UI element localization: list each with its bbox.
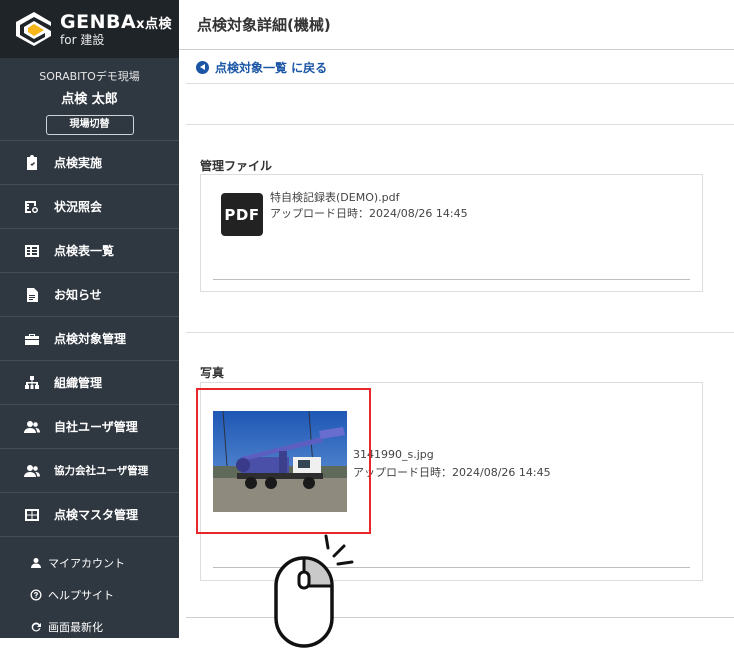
help-icon <box>30 589 42 601</box>
page-header: 点検対象詳細(機械) <box>179 0 734 50</box>
mouse-click-icon <box>270 532 360 652</box>
sidebar-item-master[interactable]: 点検マスタ管理 <box>0 493 179 537</box>
logo-title: GENBAx点検 <box>60 10 173 33</box>
sidebar-item-partner-users[interactable]: 協力会社ユーザ管理 <box>0 449 179 493</box>
switch-site-button[interactable]: 現場切替 <box>45 115 134 135</box>
org-chart-icon <box>25 375 39 389</box>
site-name: SORABITOデモ現場 <box>39 70 140 83</box>
sidebar-item-inspection[interactable]: 点検実施 <box>0 141 179 185</box>
sidebar-item-label: 点検表一覧 <box>54 244 115 258</box>
divider <box>186 332 734 333</box>
sidebar-item-label: 点検マスタ管理 <box>54 508 139 522</box>
sub-link-label: ヘルプサイト <box>48 589 114 602</box>
logo-subtitle: for 建設 <box>60 32 105 47</box>
card-divider <box>213 279 690 280</box>
grid-icon <box>25 508 39 521</box>
sidebar-item-company-users[interactable]: 自社ユーザ管理 <box>0 405 179 449</box>
file-upload-date: アップロード日時：2024/08/26 14:45 <box>270 207 468 220</box>
person-icon <box>31 558 41 568</box>
sidebar-item-targets[interactable]: 点検対象管理 <box>0 317 179 361</box>
sidebar: GENBAx点検 for 建設 SORABITOデモ現場 点検 太郎 現場切替 … <box>0 0 179 638</box>
table-list-icon <box>25 244 39 257</box>
sidebar-item-notices[interactable]: お知らせ <box>0 273 179 317</box>
sidebar-item-label: 組織管理 <box>54 376 103 390</box>
users-icon <box>24 420 40 433</box>
back-arrow-icon <box>196 60 209 74</box>
sidebar-item-status[interactable]: 状況照会 <box>0 185 179 229</box>
sub-link-label: 画面最新化 <box>48 621 103 634</box>
files-section-title: 管理ファイル <box>200 159 273 173</box>
sidebar-item-label: 自社ユーザ管理 <box>54 420 138 434</box>
site-info: SORABITOデモ現場 点検 太郎 現場切替 <box>0 58 179 141</box>
app-logo[interactable]: GENBAx点検 for 建設 <box>0 0 179 58</box>
sidebar-link-refresh[interactable]: 画面最新化 <box>0 611 179 643</box>
genba-logo-icon <box>14 9 54 49</box>
page-title: 点検対象詳細(機械) <box>197 16 331 34</box>
sidebar-item-label: 点検実施 <box>54 156 103 170</box>
sidebar-item-label: 点検対象管理 <box>54 332 127 346</box>
sidebar-item-label: 状況照会 <box>54 200 103 214</box>
sidebar-item-checklists[interactable]: 点検表一覧 <box>0 229 179 273</box>
photo-highlight-frame <box>196 388 371 534</box>
sidebar-item-label: お知らせ <box>54 288 102 302</box>
toolbox-icon <box>25 333 39 345</box>
sidebar-link-help[interactable]: ヘルプサイト <box>0 579 179 611</box>
refresh-icon <box>31 622 41 632</box>
sub-link-label: マイアカウント <box>48 557 125 570</box>
back-to-list-link[interactable]: 点検対象一覧 に戻る <box>196 56 734 78</box>
users-icon <box>24 464 40 477</box>
clipboard-check-icon <box>27 154 37 170</box>
photos-section-title: 写真 <box>200 366 225 380</box>
file-name-link[interactable]: 特自検記録表(DEMO).pdf <box>270 189 400 205</box>
sidebar-link-my-account[interactable]: マイアカウント <box>0 547 179 579</box>
sidebar-item-label: 協力会社ユーザ管理 <box>54 465 149 477</box>
sidebar-item-organization[interactable]: 組織管理 <box>0 361 179 405</box>
status-search-icon <box>25 200 38 213</box>
user-name: 点検 太郎 <box>61 92 118 107</box>
photo-upload-date: アップロード日時：2024/08/26 14:45 <box>353 466 551 479</box>
document-icon <box>27 287 38 302</box>
files-card: PDF 特自検記録表(DEMO).pdf アップロード日時：2024/08/26… <box>200 174 703 292</box>
divider <box>186 83 734 84</box>
pdf-file-icon[interactable]: PDF <box>221 193 263 236</box>
divider <box>186 124 734 125</box>
back-link-label: 点検対象一覧 に戻る <box>215 60 328 75</box>
